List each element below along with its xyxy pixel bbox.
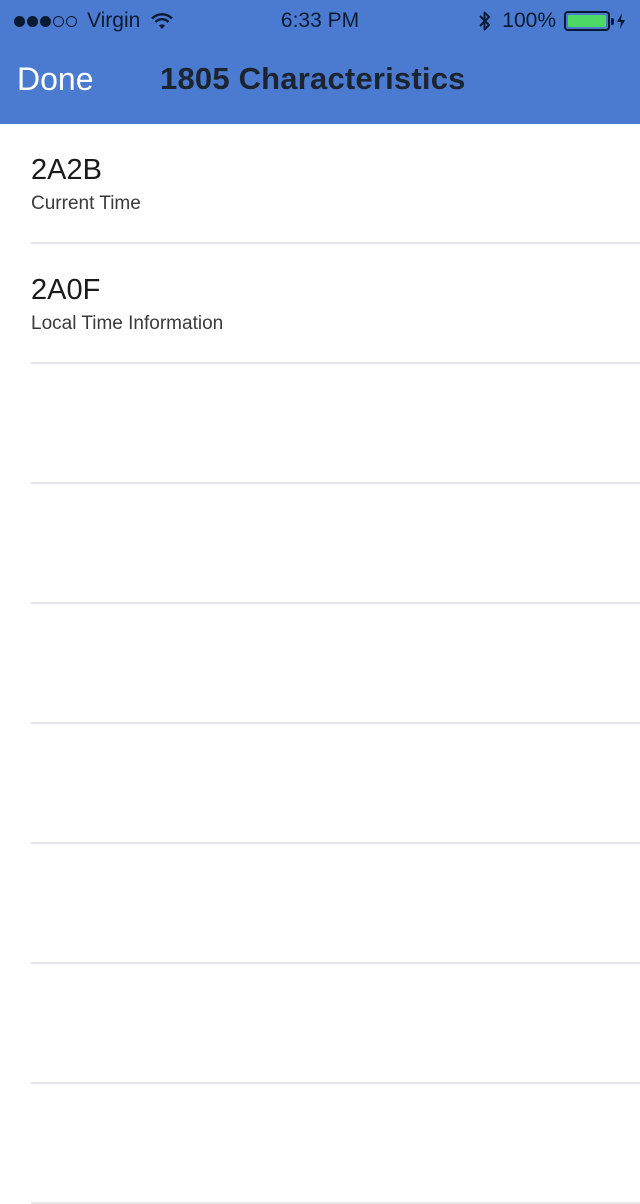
empty-row xyxy=(0,1084,640,1204)
status-right: 100% xyxy=(478,9,626,33)
bluetooth-icon xyxy=(478,10,492,32)
characteristic-name: Current Time xyxy=(31,193,141,214)
empty-row xyxy=(0,844,640,964)
empty-row xyxy=(0,364,640,484)
battery-icon xyxy=(564,11,614,31)
empty-row xyxy=(0,964,640,1084)
empty-row xyxy=(0,484,640,604)
characteristic-row[interactable]: 2A2B Current Time xyxy=(0,124,640,244)
empty-row xyxy=(0,724,640,844)
status-bar: Virgin 6:33 PM 100% xyxy=(0,0,640,40)
charging-icon xyxy=(616,12,626,30)
battery-nub xyxy=(611,18,614,25)
done-button[interactable]: Done xyxy=(17,61,94,98)
characteristic-uuid: 2A0F xyxy=(31,274,101,306)
battery-fill xyxy=(568,15,606,27)
characteristic-row[interactable]: 2A0F Local Time Information xyxy=(0,244,640,364)
characteristic-name: Local Time Information xyxy=(31,313,224,334)
navigation-bar: Done 1805 Characteristics xyxy=(0,40,640,124)
page-title: 1805 Characteristics xyxy=(160,61,466,96)
characteristics-list: 2A2B Current Time 2A0F Local Time Informati… xyxy=(0,124,640,1204)
characteristic-uuid: 2A2B xyxy=(31,154,102,186)
battery-percent: 100% xyxy=(502,9,556,32)
header: Virgin 6:33 PM 100% Done 1805 Characteri… xyxy=(0,0,640,124)
empty-row xyxy=(0,604,640,724)
